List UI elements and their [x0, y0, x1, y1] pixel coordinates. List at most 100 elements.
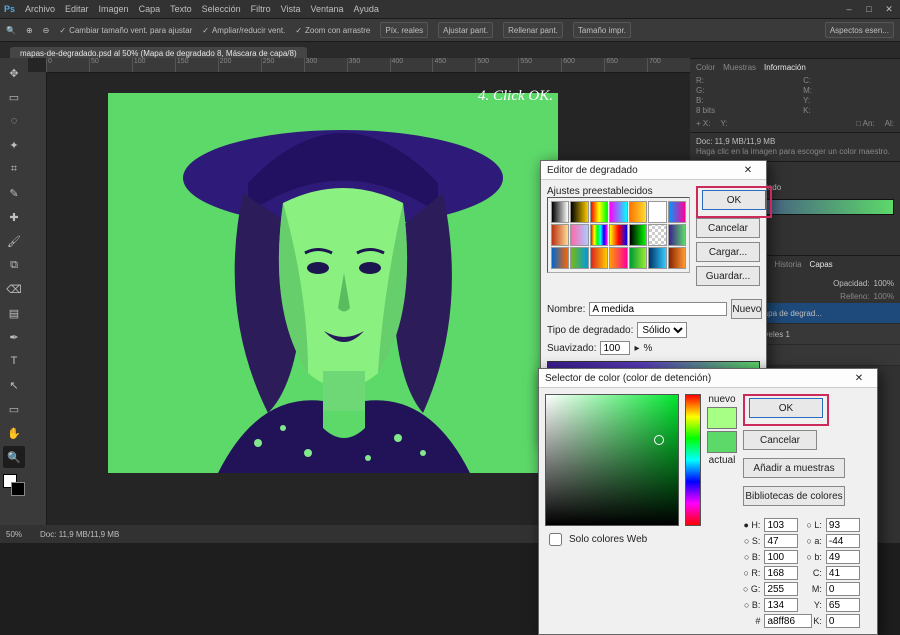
close-icon[interactable]: ✕	[736, 162, 760, 178]
essentials-button[interactable]: Aspectos esen...	[825, 22, 894, 38]
r-input[interactable]	[764, 566, 798, 580]
layers-tab[interactable]: Capas	[810, 260, 833, 269]
ok-button[interactable]: OK	[749, 398, 823, 418]
fit-screen-button[interactable]: Ajustar pant.	[438, 22, 493, 38]
eraser-tool-icon[interactable]: ⌫	[3, 278, 25, 300]
zoom-tool-icon: 🔍	[6, 26, 16, 35]
hex-input[interactable]	[764, 614, 812, 628]
c-input[interactable]	[826, 566, 860, 580]
zoom-value[interactable]: 50%	[6, 530, 22, 539]
cancel-button[interactable]: Cancelar	[743, 430, 817, 450]
info-tab[interactable]: Información	[764, 63, 806, 72]
color-swatches[interactable]	[3, 474, 25, 496]
y-input[interactable]	[826, 598, 860, 612]
menu-item[interactable]: Filtro	[251, 4, 271, 14]
save-button[interactable]: Guardar...	[696, 266, 760, 286]
menu-item[interactable]: Capa	[139, 4, 161, 14]
animated-zoom-checkbox[interactable]: Ampliar/reducir vent.	[202, 26, 285, 35]
gradient-presets[interactable]	[547, 197, 690, 273]
new-button[interactable]: Nuevo	[731, 299, 762, 319]
zoom-in-icon[interactable]: ⊕	[26, 26, 33, 35]
l-input[interactable]	[826, 518, 860, 532]
current-color-chip	[707, 431, 737, 453]
g-input[interactable]	[764, 582, 798, 596]
marquee-tool-icon[interactable]: ▭	[3, 86, 25, 108]
color-compare: nuevo actual	[707, 394, 737, 628]
healing-tool-icon[interactable]: ✚	[3, 206, 25, 228]
info-hint: Haga clic en la imagen para escoger un c…	[696, 146, 894, 157]
minimize-icon[interactable]: –	[842, 3, 856, 15]
fill-value[interactable]: 100%	[874, 292, 894, 301]
ruler-vertical	[28, 72, 47, 525]
menu-item[interactable]: Imagen	[99, 4, 129, 14]
type-label: Tipo de degradado:	[547, 325, 633, 336]
gradient-tool-icon[interactable]: ▤	[3, 302, 25, 324]
opacity-value[interactable]: 100%	[874, 279, 894, 288]
web-only-checkbox[interactable]	[549, 533, 562, 546]
cancel-button[interactable]: Cancelar	[696, 218, 760, 238]
zoom-out-icon[interactable]: ⊖	[43, 26, 50, 35]
menu-item[interactable]: Ayuda	[354, 4, 379, 14]
pen-tool-icon[interactable]: ✒	[3, 326, 25, 348]
ruler-horizontal: 050100 150200250 300350400 450500550 600…	[46, 58, 690, 73]
hue-slider[interactable]	[685, 394, 701, 526]
k-input[interactable]	[826, 614, 860, 628]
b2-input[interactable]	[826, 550, 860, 564]
hand-tool-icon[interactable]: ✋	[3, 422, 25, 444]
s-input[interactable]	[764, 534, 798, 548]
smooth-input[interactable]	[600, 341, 630, 355]
ok-highlight: OK	[696, 186, 772, 218]
a-input[interactable]	[826, 534, 860, 548]
menu-item[interactable]: Selección	[202, 4, 241, 14]
history-tab[interactable]: Historia	[774, 260, 801, 269]
opacity-label: Opacidad:	[833, 279, 869, 288]
name-input[interactable]	[589, 302, 727, 316]
type-tool-icon[interactable]: T	[3, 350, 25, 372]
menu-item[interactable]: Vista	[281, 4, 301, 14]
menu-item[interactable]: Texto	[170, 4, 192, 14]
name-label: Nombre:	[547, 304, 585, 315]
instruction-annotation: 4. Click OK.	[478, 88, 553, 105]
type-select[interactable]: Sólido	[637, 322, 687, 338]
shape-tool-icon[interactable]: ▭	[3, 398, 25, 420]
wand-tool-icon[interactable]: ✦	[3, 134, 25, 156]
fill-screen-button[interactable]: Rellenar pant.	[503, 22, 563, 38]
swatches-tab[interactable]: Muestras	[723, 63, 756, 72]
menu-item[interactable]: Ventana	[311, 4, 344, 14]
color-tab[interactable]: Color	[696, 63, 715, 72]
bval-input[interactable]	[764, 550, 798, 564]
maximize-icon[interactable]: □	[862, 3, 876, 15]
menu-item[interactable]: Archivo	[25, 4, 55, 14]
color-panel: Color Muestras Información R: C: G: M: B…	[690, 58, 900, 132]
close-icon[interactable]: ✕	[847, 370, 871, 386]
current-label: actual	[709, 455, 736, 466]
scrubby-zoom-checkbox[interactable]: Zoom con arrastre	[295, 26, 370, 35]
close-icon[interactable]: ✕	[882, 3, 896, 15]
load-button[interactable]: Cargar...	[696, 242, 760, 262]
m-input[interactable]	[826, 582, 860, 596]
crop-tool-icon[interactable]: ⌗	[3, 158, 25, 180]
actual-pixels-button[interactable]: Píx. reales	[380, 22, 428, 38]
path-tool-icon[interactable]: ↖	[3, 374, 25, 396]
print-size-button[interactable]: Tamaño impr.	[573, 22, 631, 38]
toolbox: ✥ ▭ ◌ ✦ ⌗ ✎ ✚ 🖌 ⧉ ⌫ ▤ ✒ T ↖ ▭ ✋ 🔍	[0, 58, 28, 525]
eyedropper-tool-icon[interactable]: ✎	[3, 182, 25, 204]
ok-button[interactable]: OK	[702, 190, 766, 210]
h-input[interactable]	[764, 518, 798, 532]
resize-window-checkbox[interactable]: Cambiar tamaño vent. para ajustar	[59, 26, 192, 35]
menubar: Ps Archivo Editar Imagen Capa Texto Sele…	[0, 0, 900, 18]
menu-item[interactable]: Editar	[65, 4, 89, 14]
color-libraries-button[interactable]: Bibliotecas de colores	[743, 486, 845, 506]
clone-tool-icon[interactable]: ⧉	[3, 254, 25, 276]
doc-info-panel: Doc: 11,9 MB/11,9 MB Haga clic en la ima…	[690, 132, 900, 161]
add-swatch-button[interactable]: Añadir a muestras	[743, 458, 845, 478]
zoom-tool-icon[interactable]: 🔍	[3, 446, 25, 468]
ok-highlight: OK	[743, 394, 829, 426]
sv-field[interactable]	[545, 394, 679, 526]
blue-input[interactable]	[764, 598, 798, 612]
move-tool-icon[interactable]: ✥	[3, 62, 25, 84]
percent-label: %	[644, 343, 653, 354]
canvas-image[interactable]	[108, 93, 558, 473]
brush-tool-icon[interactable]: 🖌	[3, 230, 25, 252]
lasso-tool-icon[interactable]: ◌	[3, 110, 25, 132]
